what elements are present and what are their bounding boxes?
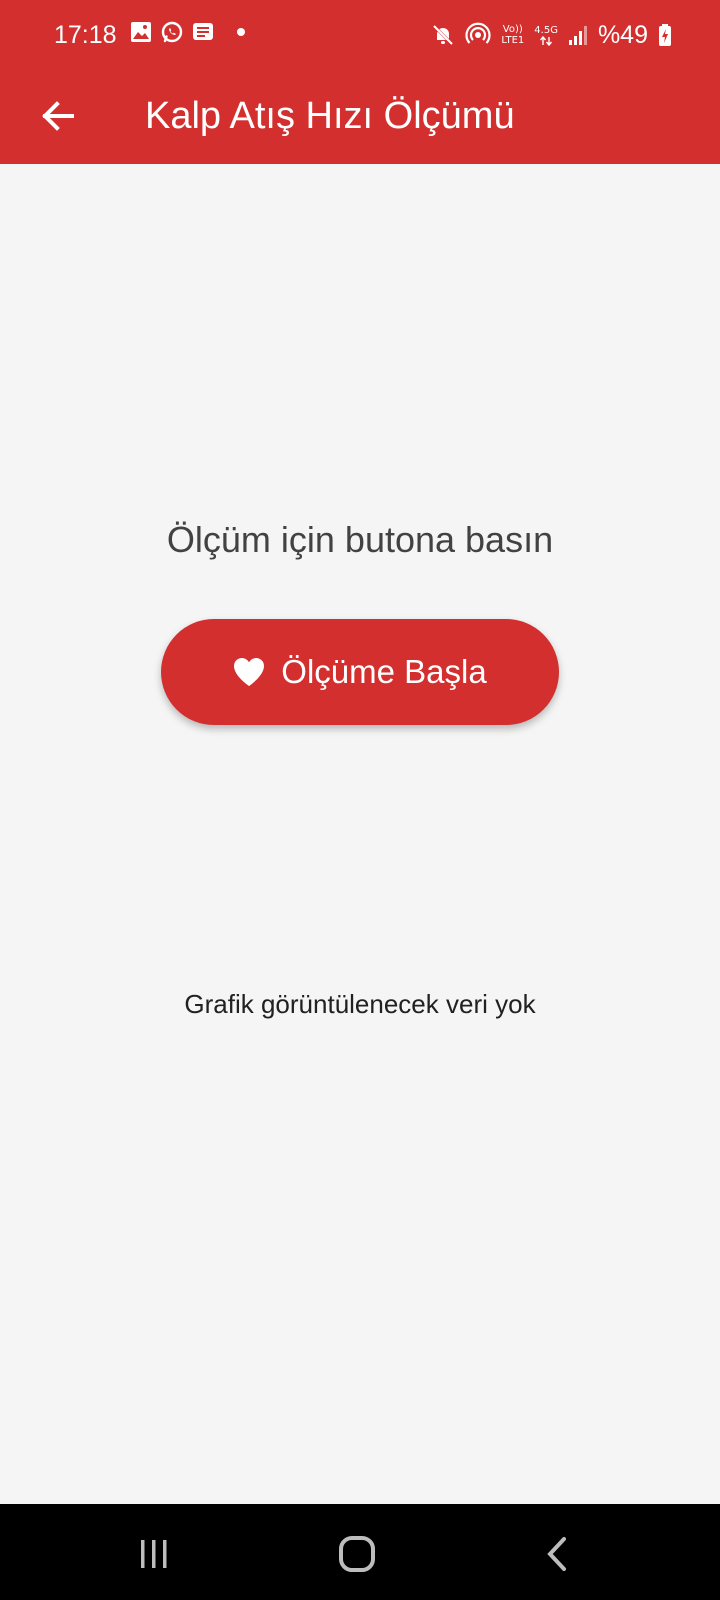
recent-apps-button[interactable] [124, 1528, 184, 1580]
signal-icon [568, 24, 588, 46]
status-bar: 17:18 Vo)) LTE1 4.5G %49 [0, 0, 720, 70]
back-nav-button[interactable] [528, 1528, 588, 1580]
status-notification-icons [130, 20, 246, 44]
image-icon [130, 21, 152, 43]
home-button[interactable] [327, 1528, 387, 1580]
mute-icon [431, 23, 455, 47]
battery-charging-icon [658, 23, 672, 47]
arrow-back-icon [40, 98, 76, 134]
recent-apps-icon [136, 1538, 172, 1570]
heart-icon [233, 657, 265, 687]
message-icon [192, 21, 214, 43]
start-button-label: Ölçüme Başla [281, 653, 487, 690]
back-button[interactable] [30, 88, 86, 144]
network-type-indicator: 4.5G [534, 25, 558, 46]
whatsapp-icon [160, 20, 184, 44]
status-time: 17:18 [54, 21, 117, 49]
page-title: Kalp Atış Hızı Ölçümü [145, 95, 515, 137]
data-arrows-icon [539, 35, 553, 46]
toolbar: Kalp Atış Hızı Ölçümü [0, 70, 720, 164]
hotspot-icon [465, 22, 491, 48]
navigation-bar [0, 1504, 720, 1600]
volte-indicator: Vo)) LTE1 [501, 24, 525, 46]
app-bar: 17:18 Vo)) LTE1 4.5G %49 Kalp Atış Hızı … [0, 0, 720, 164]
battery-level: %49 [597, 21, 648, 49]
measurement-prompt: Ölçüm için butona basın [166, 519, 554, 560]
status-system-icons: Vo)) LTE1 4.5G %49 [431, 18, 672, 52]
empty-chart-message: Grafik görüntülenecek veri yok [184, 989, 536, 1019]
start-measurement-button[interactable]: Ölçüme Başla [161, 619, 559, 725]
dot-icon [236, 27, 246, 37]
chevron-back-icon [544, 1536, 572, 1572]
home-icon [337, 1534, 377, 1574]
